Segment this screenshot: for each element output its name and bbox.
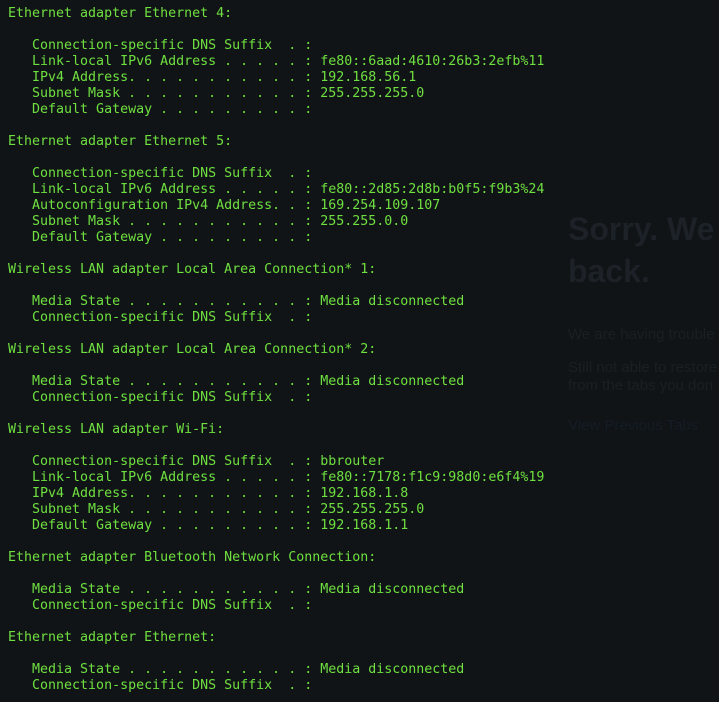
adapter-block: Wireless LAN adapter Local Area Connecti… — [8, 262, 719, 342]
adapter-header: Ethernet adapter Ethernet: — [8, 630, 217, 645]
adapter-block: Wireless LAN adapter Local Area Connecti… — [8, 342, 719, 422]
adapter-header: Wireless LAN adapter Local Area Connecti… — [8, 262, 377, 277]
adapter-header: Ethernet adapter Bluetooth Network Conne… — [8, 550, 377, 565]
adapter-field-line: Connection-specific DNS Suffix . : — [8, 310, 313, 325]
adapter-field-line: Subnet Mask . . . . . . . . . . . : 255.… — [8, 502, 425, 517]
adapter-field-line: Subnet Mask . . . . . . . . . . . : 255.… — [8, 86, 425, 101]
adapter-block: Ethernet adapter Ethernet 5: Connection-… — [8, 134, 719, 262]
adapter-field-line: Connection-specific DNS Suffix . : — [8, 38, 313, 53]
adapter-field-line: Media State . . . . . . . . . . . : Medi… — [8, 582, 465, 597]
adapter-field-line: IPv4 Address. . . . . . . . . . . : 192.… — [8, 486, 409, 501]
adapter-field-line: Default Gateway . . . . . . . . . : — [8, 102, 313, 117]
adapter-header: Wireless LAN adapter Wi-Fi: — [8, 422, 225, 437]
adapter-block: Ethernet adapter Bluetooth Network Conne… — [8, 550, 719, 630]
adapter-field-line: Connection-specific DNS Suffix . : — [8, 598, 313, 613]
adapter-field-line: Link-local IPv6 Address . . . . . : fe80… — [8, 470, 545, 485]
adapter-field-line: Subnet Mask . . . . . . . . . . . : 255.… — [8, 214, 409, 229]
adapter-field-line: Connection-specific DNS Suffix . : — [8, 166, 313, 181]
terminal-output[interactable]: Ethernet adapter Ethernet 4: Connection-… — [8, 6, 719, 694]
adapter-field-line: Link-local IPv6 Address . . . . . : fe80… — [8, 54, 545, 69]
adapter-header: Wireless LAN adapter Local Area Connecti… — [8, 342, 377, 357]
adapter-block: Ethernet adapter Ethernet 4: Connection-… — [8, 6, 719, 134]
adapter-block: Wireless LAN adapter Wi-Fi: Connection-s… — [8, 422, 719, 550]
adapter-field-line: Default Gateway . . . . . . . . . : 192.… — [8, 518, 409, 533]
adapter-field-line: Media State . . . . . . . . . . . : Medi… — [8, 374, 465, 389]
adapter-field-line: Link-local IPv6 Address . . . . . : fe80… — [8, 182, 545, 197]
adapter-field-line: Connection-specific DNS Suffix . : bbrou… — [8, 454, 385, 469]
adapter-field-line: Connection-specific DNS Suffix . : — [8, 390, 313, 405]
adapter-field-line: Connection-specific DNS Suffix . : — [8, 678, 313, 693]
adapter-field-line: Media State . . . . . . . . . . . : Medi… — [8, 662, 465, 677]
adapter-header: Ethernet adapter Ethernet 4: — [8, 6, 233, 21]
adapter-field-line: IPv4 Address. . . . . . . . . . . : 192.… — [8, 70, 417, 85]
adapter-block: Ethernet adapter Ethernet: Media State .… — [8, 630, 719, 694]
adapter-header: Ethernet adapter Ethernet 5: — [8, 134, 233, 149]
adapter-field-line: Default Gateway . . . . . . . . . : — [8, 230, 313, 245]
screen: Sorry. We back. We are having trouble St… — [0, 0, 719, 702]
adapter-field-line: Autoconfiguration IPv4 Address. . : 169.… — [8, 198, 441, 213]
adapter-field-line: Media State . . . . . . . . . . . : Medi… — [8, 294, 465, 309]
